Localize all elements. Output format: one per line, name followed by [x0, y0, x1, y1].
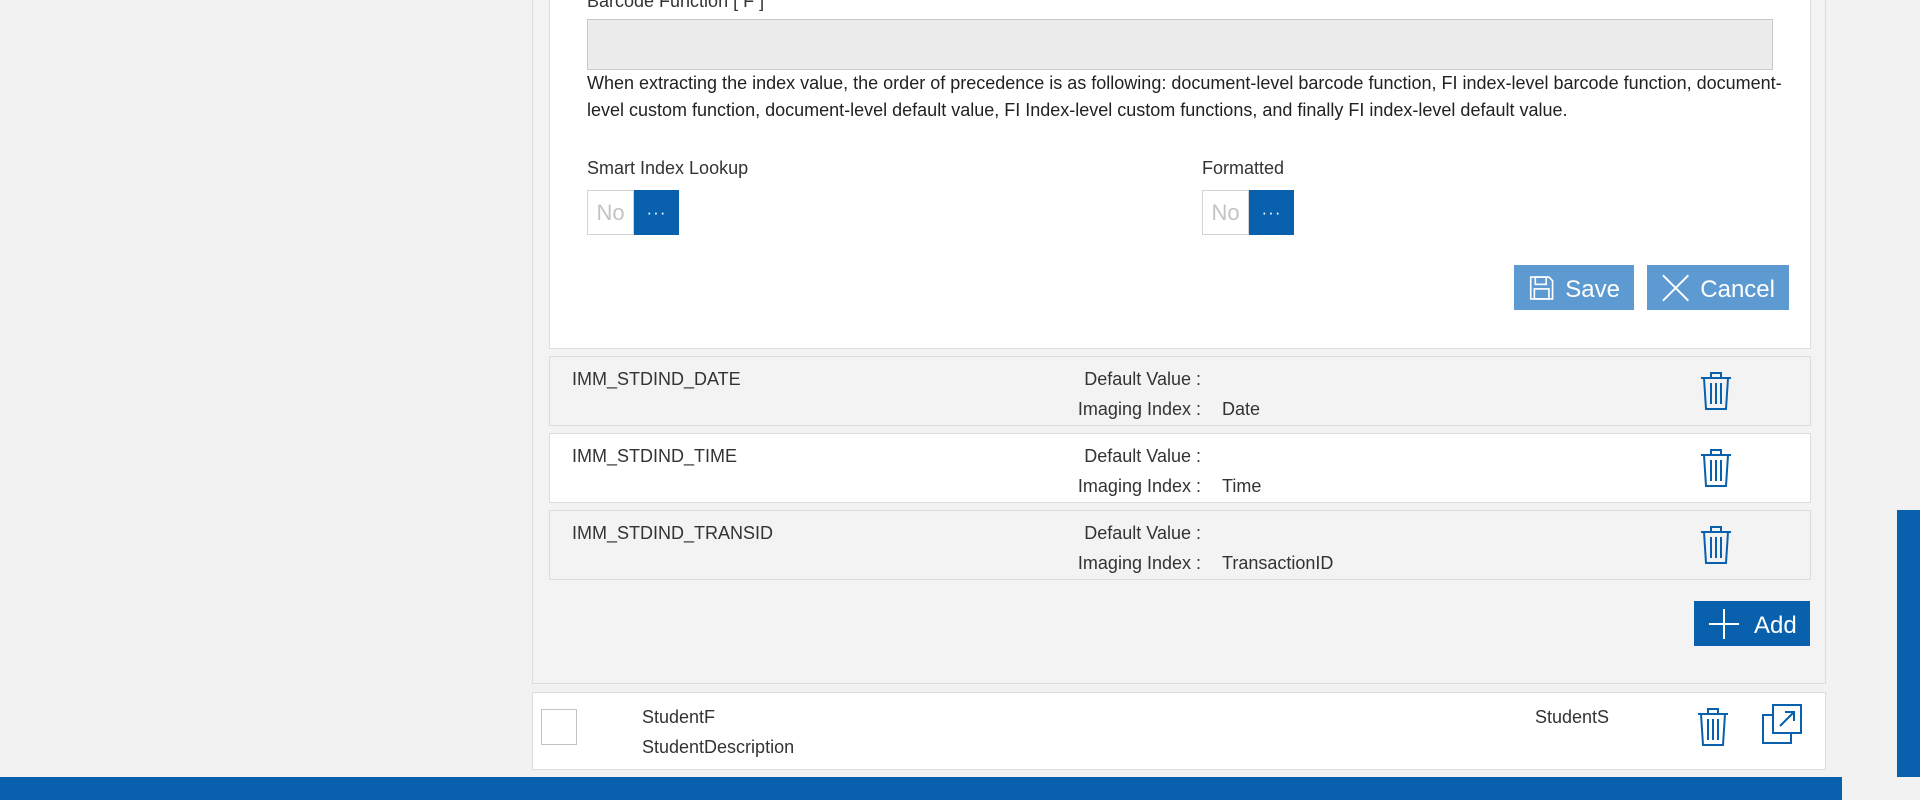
default-value-key: Default Value :: [1084, 369, 1201, 389]
open-external-icon[interactable]: [1761, 703, 1803, 745]
document-list-row[interactable]: StudentF StudentDescription StudentS: [532, 692, 1826, 770]
imaging-index-value: TransactionID: [1222, 553, 1334, 573]
add-button-label: Add: [1754, 611, 1797, 639]
save-button-label: Save: [1565, 275, 1620, 303]
formatted-toggle[interactable]: No ···: [1202, 190, 1294, 235]
index-name: IMM_STDIND_TIME: [572, 446, 738, 466]
save-button[interactable]: Save: [1514, 265, 1634, 310]
document-description: StudentDescription: [642, 737, 795, 757]
imaging-index-value: Time: [1222, 476, 1262, 496]
trash-icon[interactable]: [1696, 707, 1730, 747]
close-icon: [1662, 274, 1690, 301]
cancel-button-label: Cancel: [1700, 275, 1775, 303]
imaging-index-value: Date: [1222, 399, 1261, 419]
toggle-knob[interactable]: ···: [634, 190, 679, 235]
trash-icon[interactable]: [1699, 525, 1733, 565]
barcode-function-input[interactable]: [587, 19, 1773, 70]
imaging-index-key: Imaging Index :: [1077, 553, 1201, 573]
side-scroll-panel[interactable]: [1897, 510, 1920, 777]
index-name: IMM_STDIND_TRANSID: [572, 523, 774, 543]
save-icon: [1529, 275, 1554, 300]
smart-index-lookup-label: Smart Index Lookup: [587, 158, 749, 178]
formatted-label: Formatted: [1202, 158, 1285, 178]
precedence-note: When extracting the index value, the ord…: [587, 73, 1782, 120]
toggle-off-state: No: [587, 190, 634, 235]
default-value-key: Default Value :: [1084, 446, 1201, 466]
row-checkbox[interactable]: [541, 709, 577, 745]
index-row[interactable]: IMM_STDIND_TIME Default Value : Imaging …: [549, 433, 1811, 503]
index-row[interactable]: IMM_STDIND_DATE Default Value : Imaging …: [549, 356, 1811, 426]
imaging-index-key: Imaging Index :: [1077, 476, 1201, 496]
add-index-button[interactable]: Add: [1694, 601, 1810, 646]
barcode-function-label: Barcode Function [ F ]: [587, 0, 765, 11]
imaging-index-key: Imaging Index :: [1077, 399, 1201, 419]
toggle-off-state: No: [1202, 190, 1249, 235]
cancel-button[interactable]: Cancel: [1647, 265, 1789, 310]
document-short-name: StudentS: [1535, 707, 1610, 727]
index-name: IMM_STDIND_DATE: [572, 369, 741, 389]
document-field-name: StudentF: [642, 707, 716, 727]
smart-index-lookup-toggle[interactable]: No ···: [587, 190, 679, 235]
toggle-knob[interactable]: ···: [1249, 190, 1294, 235]
index-row[interactable]: IMM_STDIND_TRANSID Default Value : Imagi…: [549, 510, 1811, 580]
footer-bar: [0, 777, 1842, 800]
plus-icon: [1709, 608, 1739, 639]
trash-icon[interactable]: [1699, 448, 1733, 488]
trash-icon[interactable]: [1699, 371, 1733, 411]
default-value-key: Default Value :: [1084, 523, 1201, 543]
